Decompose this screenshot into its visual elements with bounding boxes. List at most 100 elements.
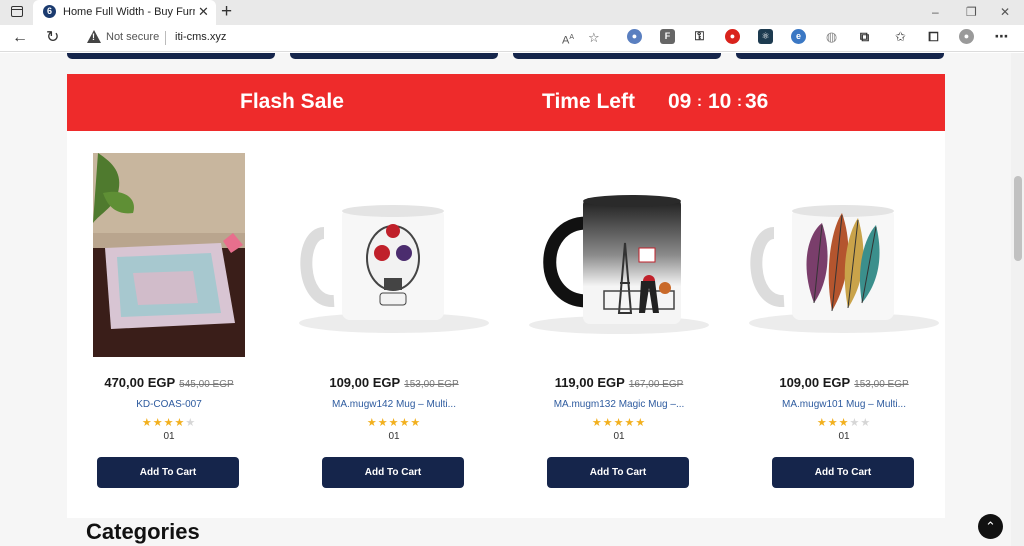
rating-stars: ★★★★★	[519, 416, 719, 429]
back-to-top-button[interactable]: ⌃	[978, 514, 1003, 539]
address-bar[interactable]: Not secure iti-cms.xyz AA ☆	[75, 27, 620, 49]
extensions-puzzle-icon[interactable]: ⧉	[857, 29, 872, 44]
tab-strip: 6 Home Full Width - Buy Furniture ✕ + – …	[0, 0, 1024, 25]
extension-f-icon[interactable]: F	[660, 29, 675, 44]
price-row: 109,00 EGP 153,00 EGP	[744, 374, 944, 392]
security-status[interactable]: Not secure	[106, 31, 159, 43]
price-row: 119,00 EGP 167,00 EGP	[519, 374, 719, 392]
extension-circle-icon[interactable]: ●	[627, 29, 642, 44]
product-image[interactable]	[294, 153, 494, 357]
star-icon: ★	[602, 417, 614, 429]
star-icon: ★	[185, 417, 197, 429]
site-favicon-icon: 6	[43, 5, 56, 18]
minimize-button[interactable]: –	[932, 4, 939, 20]
countdown-minutes: 10	[708, 90, 732, 113]
sale-price: 470,00 EGP	[104, 375, 176, 390]
product-name-link[interactable]: MA.mugw101 Mug – Multi...	[744, 399, 944, 410]
browser-tab[interactable]: 6 Home Full Width - Buy Furniture ✕	[33, 0, 216, 25]
product-name-link[interactable]: MA.mugm132 Magic Mug –...	[519, 399, 719, 410]
url-text[interactable]: iti-cms.xyz	[175, 31, 226, 43]
product-card: 470,00 EGP 545,00 EGP KD-COAS-007 ★★★★★ 0…	[69, 131, 269, 518]
product-image[interactable]	[519, 153, 719, 357]
original-price: 153,00 EGP	[854, 379, 909, 390]
profile-avatar-icon[interactable]: ●	[959, 29, 974, 44]
add-to-cart-button[interactable]: Add To Cart	[97, 457, 239, 488]
tab-title: Home Full Width - Buy Furniture	[63, 6, 195, 18]
stop-extension-icon[interactable]: ●	[725, 29, 740, 44]
new-tab-button[interactable]: +	[221, 1, 232, 23]
flash-sale-products: 470,00 EGP 545,00 EGP KD-COAS-007 ★★★★★ 0…	[67, 131, 945, 518]
review-count: 01	[163, 431, 175, 442]
star-icon: ★	[388, 417, 400, 429]
countdown-separator: :	[737, 93, 742, 110]
warning-icon	[87, 30, 101, 43]
react-devtools-icon[interactable]: ⚛	[758, 29, 773, 44]
star-icon: ★	[635, 417, 647, 429]
back-arrow-icon[interactable]: ←	[12, 29, 28, 47]
read-aloud-icon[interactable]: AA	[562, 30, 574, 49]
star-icon: ★	[860, 417, 872, 429]
add-to-cart-button[interactable]: Add To Cart	[322, 457, 464, 488]
refresh-icon[interactable]: ↻	[46, 29, 59, 47]
add-to-cart-button[interactable]: Add To Cart	[772, 457, 914, 488]
countdown-seconds: 36	[745, 90, 769, 113]
product-name-link[interactable]: KD-COAS-007	[69, 399, 269, 410]
rating-stars: ★★★★★	[69, 416, 269, 429]
more-menu-icon[interactable]: ⋯	[994, 29, 1009, 44]
favorites-icon[interactable]: ✩	[893, 29, 908, 44]
star-icon: ★	[163, 417, 175, 429]
countdown-hours: 09	[668, 90, 692, 113]
previous-section-button[interactable]	[513, 53, 721, 59]
scrollbar-track[interactable]	[1011, 53, 1024, 546]
time-left-label: Time Left	[542, 90, 635, 113]
star-icon: ★	[624, 417, 636, 429]
previous-section-button[interactable]	[67, 53, 275, 59]
product-card: 119,00 EGP 167,00 EGP MA.mugm132 Magic Mu…	[519, 131, 719, 518]
product-name-link[interactable]: MA.mugw142 Mug – Multi...	[294, 399, 494, 410]
tab-actions-icon[interactable]	[11, 6, 23, 17]
rating-stars: ★★★★★	[744, 416, 944, 429]
star-icon: ★	[141, 417, 153, 429]
star-icon: ★	[410, 417, 422, 429]
star-icon: ★	[377, 417, 389, 429]
product-card: 109,00 EGP 153,00 EGP MA.mugw142 Mug – Mu…	[294, 131, 494, 518]
review-count: 01	[613, 431, 625, 442]
flash-sale-banner: Flash Sale Time Left 09 : 10 : 36	[67, 74, 945, 131]
star-icon: ★	[816, 417, 828, 429]
sale-price: 119,00 EGP	[554, 375, 625, 390]
product-image[interactable]	[744, 153, 944, 357]
star-icon: ★	[613, 417, 625, 429]
close-window-button[interactable]: ✕	[1000, 4, 1010, 20]
countdown-separator: :	[697, 93, 702, 110]
star-icon: ★	[152, 417, 164, 429]
previous-section-button[interactable]	[736, 53, 944, 59]
original-price: 167,00 EGP	[628, 379, 684, 390]
rating-stars: ★★★★★	[294, 416, 494, 429]
extension-blue-icon[interactable]: e	[791, 29, 806, 44]
star-icon: ★	[366, 417, 378, 429]
previous-section-button[interactable]	[290, 53, 498, 59]
price-row: 470,00 EGP 545,00 EGP	[69, 374, 269, 392]
address-toolbar: ← ↻ Not secure iti-cms.xyz AA ☆ ● F ⚿ ● …	[0, 25, 1024, 52]
star-icon: ★	[838, 417, 850, 429]
star-icon: ★	[827, 417, 839, 429]
collections-icon[interactable]: ⧠	[926, 29, 941, 44]
restore-button[interactable]: ❐	[966, 4, 977, 20]
star-icon: ★	[399, 417, 411, 429]
url-divider	[165, 31, 166, 45]
flash-sale-title: Flash Sale	[240, 90, 344, 113]
scrollbar-thumb[interactable]	[1014, 176, 1022, 261]
lock-extension-icon[interactable]: ⚿	[692, 29, 707, 44]
tab-close-icon[interactable]: ✕	[198, 4, 209, 20]
star-icon: ★	[849, 417, 861, 429]
original-price: 153,00 EGP	[404, 379, 459, 390]
sale-price: 109,00 EGP	[329, 375, 401, 390]
review-count: 01	[838, 431, 850, 442]
favorite-star-icon[interactable]: ☆	[588, 30, 600, 46]
globe-icon[interactable]: ◍	[824, 29, 839, 44]
star-icon: ★	[174, 417, 186, 429]
product-image[interactable]	[93, 153, 245, 357]
add-to-cart-button[interactable]: Add To Cart	[547, 457, 689, 488]
sale-price: 109,00 EGP	[779, 375, 851, 390]
price-row: 109,00 EGP 153,00 EGP	[294, 374, 494, 392]
